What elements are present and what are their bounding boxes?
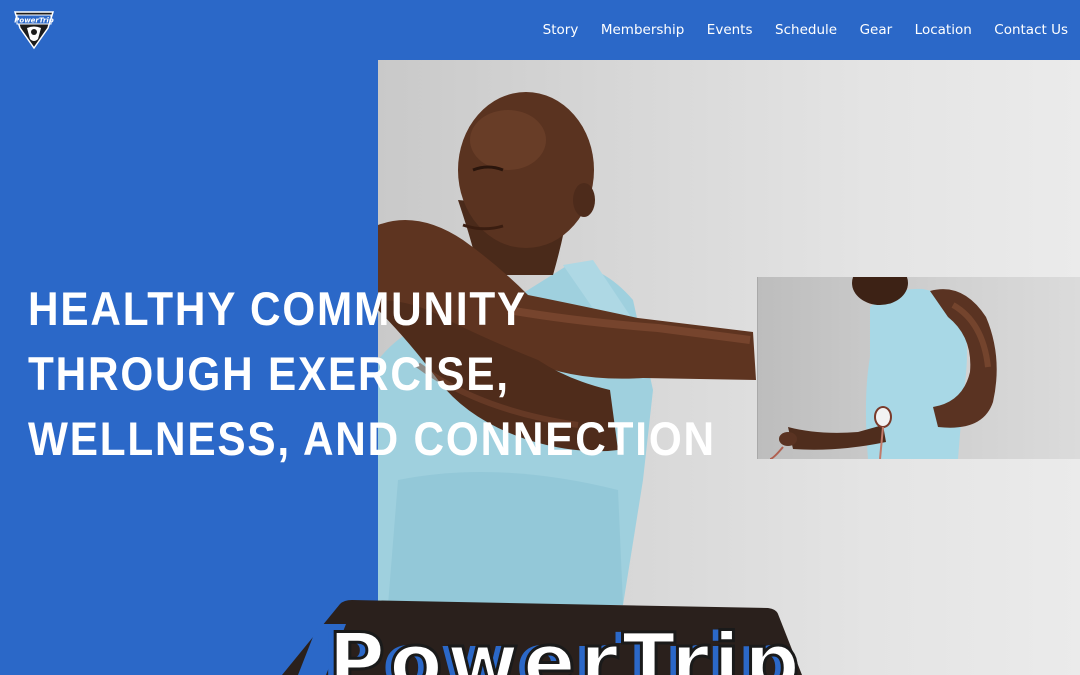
nav-item-events[interactable]: Events (707, 22, 753, 38)
site-header: PowerTrip Story Membership Events Schedu… (0, 0, 1080, 60)
hero-heading-line-3: WELLNESS, AND CONNECTION (28, 412, 716, 465)
hero-heading-line-1: HEALTHY COMMUNITY (28, 282, 528, 335)
nav-item-schedule[interactable]: Schedule (775, 22, 837, 38)
svg-text:PowerTrip: PowerTrip (14, 17, 53, 25)
inset-photo-jump-rope (757, 277, 1080, 459)
nav-item-story[interactable]: Story (543, 22, 579, 38)
powertrip-logo[interactable]: PowerTrip (12, 8, 56, 50)
powertrip-brand-badge: PowerTrip (282, 600, 802, 675)
hero-heading-line-2: THROUGH EXERCISE, (28, 347, 510, 400)
hero-heading: HEALTHY COMMUNITY THROUGH EXERCISE, WELL… (28, 276, 716, 471)
nav-item-membership[interactable]: Membership (601, 22, 684, 38)
nav-item-contact-us[interactable]: Contact Us (994, 22, 1068, 38)
main-nav: Story Membership Events Schedule Gear Lo… (520, 0, 1080, 60)
nav-item-location[interactable]: Location (915, 22, 972, 38)
nav-item-gear[interactable]: Gear (860, 22, 893, 38)
brand-badge-text: PowerTrip (327, 617, 802, 675)
